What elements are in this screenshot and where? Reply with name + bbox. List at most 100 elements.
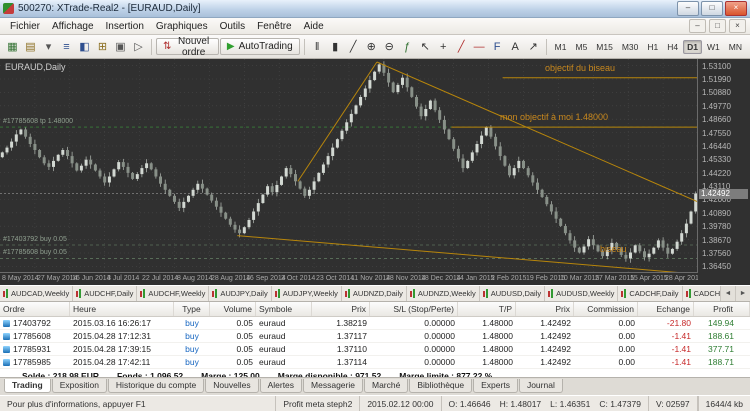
chart-dropdown-icon[interactable]: ▾ [40,38,57,55]
chart-restore-icon[interactable]: □ [709,19,726,33]
arrow-tool-icon[interactable]: ↗ [525,38,542,55]
menu-graphiques[interactable]: Graphiques [150,20,214,33]
terminal-tab-experts[interactable]: Experts [473,379,518,393]
timeframe-mn[interactable]: MN [725,40,746,54]
terminal-icon[interactable]: ▣ [112,38,129,55]
new-order-button[interactable]: ⇅ Nouvel ordre [156,38,219,55]
trendline-icon[interactable]: ╱ [453,38,470,55]
date-tick-label: 28 Aug 2014 [211,275,250,282]
orders-column-header[interactable]: Profit [694,302,750,316]
menu-bar: FichierAffichageInsertionGraphiquesOutil… [0,18,750,35]
terminal-tab-biblioth-que[interactable]: Bibliothèque [409,379,472,393]
order-cell: euraud [256,357,312,367]
crosshair-icon[interactable]: + [435,38,452,55]
symbol-tab-audcad-weekly[interactable]: AUDCAD,Weekly [0,286,73,301]
maximize-button[interactable]: □ [701,1,723,16]
horizontal-line-icon[interactable]: — [471,38,488,55]
terminal-tab-journal[interactable]: Journal [519,379,563,393]
order-cell: 17785985 [0,357,70,367]
symbol-tab-audjpy-daily[interactable]: AUDJPY,Daily [209,286,271,301]
timeframe-h4[interactable]: H4 [663,40,682,54]
market-watch-icon[interactable]: ≡ [58,38,75,55]
symbols-scroll-right-icon[interactable]: ► [735,286,750,301]
orders-column-header[interactable]: S/L (Stop/Perte) [370,302,458,316]
timeframe-d1[interactable]: D1 [683,40,702,54]
timeframe-m30[interactable]: M30 [618,40,643,54]
order-cell: -1.41 [638,357,694,367]
order-cell: 2015.04.28 17:39:15 [70,344,174,354]
symbol-tab-audjpy-weekly[interactable]: AUDJPY,Weekly [272,286,342,301]
chart-minimize-icon[interactable]: – [689,19,706,33]
symbol-tab-audchf-daily[interactable]: AUDCHF,Daily [73,286,137,301]
menu-aide[interactable]: Aide [298,20,330,33]
orders-column-header[interactable]: T/P [458,302,516,316]
terminal-tab-trading[interactable]: Trading [4,379,51,393]
orders-column-header[interactable]: Heure [70,302,174,316]
symbol-tab-audusd-daily[interactable]: AUDUSD,Daily [480,286,545,301]
order-cell: 0.00 [574,357,638,367]
zoom-out-icon[interactable]: ⊖ [381,38,398,55]
strategy-tester-icon[interactable]: ▷ [130,38,147,55]
price-chart[interactable]: EURAUD,Daily objectif du biseau mon obje… [0,59,698,273]
candles-chart-icon[interactable]: ▮ [327,38,344,55]
order-row[interactable]: 177856082015.04.28 17:12:31buy0.05euraud… [0,330,750,343]
bars-chart-icon[interactable]: ‖ [309,38,326,55]
symbol-tab-cadchf-daily[interactable]: CADCHF,Daily [618,286,682,301]
line-chart-icon[interactable]: ╱ [345,38,362,55]
menu-outils[interactable]: Outils [214,20,252,33]
symbol-tab-audusd-weekly[interactable]: AUDUSD,Weekly [545,286,618,301]
terminal-tab-alertes[interactable]: Alertes [260,379,302,393]
symbol-tab-audnzd-daily[interactable]: AUDNZD,Daily [342,286,407,301]
orders-column-header[interactable]: Prix [516,302,574,316]
orders-column-header[interactable]: Type [174,302,210,316]
terminal-tab-nouvelles[interactable]: Nouvelles [205,379,258,393]
menu-fichier[interactable]: Fichier [4,20,46,33]
time-axis[interactable]: 8 May 201427 May 201416 Jun 20143 Jul 20… [0,272,698,285]
minimize-button[interactable]: – [677,1,699,16]
terminal-tab-exposition[interactable]: Exposition [52,379,107,393]
mini-chart-icon [140,289,146,298]
terminal-tab-march-[interactable]: Marché [364,379,408,393]
orders-column-header[interactable]: Symbole [256,302,312,316]
menu-affichage[interactable]: Affichage [46,20,100,33]
close-button[interactable]: × [725,1,747,16]
order-row[interactable]: 174037922015.03.16 16:26:17buy0.05euraud… [0,317,750,330]
timeframe-m1[interactable]: M1 [551,40,571,54]
timeframe-h1[interactable]: H1 [643,40,662,54]
order-row[interactable]: 177859312015.04.28 17:39:15buy0.05euraud… [0,343,750,356]
status-volume: V: 02597 [649,396,698,411]
cursor-icon[interactable]: ↖ [417,38,434,55]
orders-column-header[interactable]: Prix [312,302,370,316]
orders-column-header[interactable]: Volume [210,302,256,316]
fibonacci-icon[interactable]: F [489,38,506,55]
symbols-scroll-left-icon[interactable]: ◄ [720,286,735,301]
terminal-tab-historique-du-compte[interactable]: Historique du compte [108,379,204,393]
profiles-icon[interactable]: ▤ [22,38,39,55]
symbol-tab-audnzd-weekly[interactable]: AUDNZD,Weekly [407,286,480,301]
order-cell: buy [174,331,210,341]
terminal-tab-messagerie[interactable]: Messagerie [303,379,363,393]
orders-column-header[interactable]: Commission [574,302,638,316]
orders-column-header[interactable]: Ordre [0,302,70,316]
menu-insertion[interactable]: Insertion [100,20,150,33]
chart-close-icon[interactable]: × [729,19,746,33]
text-icon[interactable]: A [507,38,524,55]
data-window-icon[interactable]: ◧ [76,38,93,55]
timeframe-w1[interactable]: W1 [703,40,724,54]
order-row[interactable]: 177859852015.04.28 17:42:11buy0.05euraud… [0,356,750,369]
timeframe-m5[interactable]: M5 [571,40,591,54]
menu-fentre[interactable]: Fenêtre [251,20,297,33]
new-chart-icon[interactable]: ▦ [4,38,21,55]
autotrading-button[interactable]: ▶ AutoTrading [220,38,300,55]
symbol-tab-audchf-weekly[interactable]: AUDCHF,Weekly [137,286,209,301]
date-tick-label: 8 Aug 2014 [177,275,212,282]
order-cell: 0.00000 [370,318,458,328]
price-axis[interactable]: 1.531001.519901.508801.497701.486601.475… [697,59,750,273]
orders-column-header[interactable]: Echange [638,302,694,316]
navigator-icon[interactable]: ⊞ [94,38,111,55]
order-cell: 1.48000 [458,331,516,341]
indicators-icon[interactable]: ƒ [399,38,416,55]
timeframe-m15[interactable]: M15 [592,40,617,54]
symbol-tab-cadchf-weekly[interactable]: CADCHF,Weekly [683,286,720,301]
zoom-in-icon[interactable]: ⊕ [363,38,380,55]
